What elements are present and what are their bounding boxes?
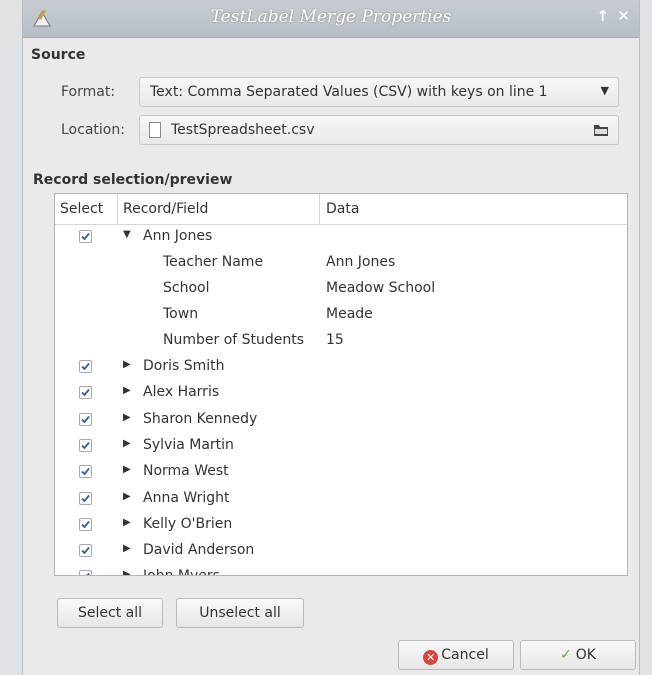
records-heading: Record selection/preview bbox=[33, 172, 233, 188]
expand-arrow-icon[interactable]: ▼ bbox=[123, 229, 131, 240]
column-record-field[interactable]: Record/Field bbox=[123, 201, 208, 217]
location-label: Location: bbox=[61, 122, 125, 138]
check-icon bbox=[81, 389, 90, 397]
record-name: Alex Harris bbox=[143, 384, 220, 401]
title-bar[interactable]: TestLabel Merge Properties ↑ ✕ bbox=[23, 0, 639, 38]
field-data: 15 bbox=[326, 332, 344, 348]
record-checkbox[interactable] bbox=[79, 544, 92, 558]
check-icon bbox=[81, 415, 90, 423]
record-name: John Myers bbox=[143, 568, 220, 575]
record-row[interactable]: ▶ Norma West bbox=[55, 460, 627, 486]
record-name: Doris Smith bbox=[143, 358, 225, 374]
check-icon bbox=[81, 520, 90, 529]
chevron-down-icon: ▼ bbox=[600, 84, 609, 97]
folder-icon[interactable] bbox=[593, 122, 609, 137]
field-name: School bbox=[163, 280, 210, 296]
field-data: Meadow School bbox=[326, 280, 436, 296]
column-select[interactable]: Select bbox=[60, 201, 103, 217]
record-row[interactable]: ▶ Alex Harris bbox=[55, 381, 627, 407]
check-icon bbox=[86, 573, 90, 575]
field-row: Town Meade bbox=[55, 303, 627, 329]
expand-arrow-icon[interactable]: ▶ bbox=[123, 569, 131, 575]
record-row[interactable]: ▶ Sharon Kennedy bbox=[55, 408, 627, 434]
select-all-button[interactable]: Select all bbox=[57, 598, 163, 628]
field-name: Town bbox=[163, 306, 199, 322]
record-name: Ann Jones bbox=[143, 228, 213, 244]
check-icon bbox=[81, 362, 90, 371]
location-field[interactable]: TestSpreadsheet.csv bbox=[139, 115, 619, 145]
unselect-all-button[interactable]: Unselect all bbox=[176, 598, 304, 628]
expand-arrow-icon[interactable]: ▶ bbox=[123, 438, 131, 449]
check-icon bbox=[81, 547, 90, 555]
expand-arrow-icon[interactable]: ▶ bbox=[123, 491, 131, 502]
record-name: Norma West bbox=[143, 463, 229, 480]
record-checkbox[interactable] bbox=[79, 230, 92, 243]
expand-arrow-icon[interactable]: ▶ bbox=[123, 385, 131, 396]
column-separator bbox=[117, 194, 118, 224]
column-data[interactable]: Data bbox=[326, 201, 359, 217]
record-checkbox[interactable] bbox=[79, 491, 92, 505]
tree-header: Select Record/Field Data bbox=[55, 194, 627, 225]
cancel-label: Cancel bbox=[441, 647, 489, 663]
record-row[interactable]: ▶ Doris Smith bbox=[55, 355, 627, 381]
check-icon bbox=[81, 232, 90, 241]
field-row: Number of Students 15 bbox=[55, 329, 627, 355]
close-icon[interactable]: ✕ bbox=[617, 7, 630, 25]
record-tree[interactable]: Select Record/Field Data ▼ Ann Jones Tea… bbox=[54, 193, 628, 576]
record-checkbox[interactable] bbox=[79, 517, 92, 531]
record-name: Sharon Kennedy bbox=[143, 410, 258, 427]
format-select[interactable]: Text: Comma Separated Values (CSV) with … bbox=[139, 77, 619, 107]
expand-arrow-icon[interactable]: ▶ bbox=[123, 464, 131, 475]
expand-arrow-icon[interactable]: ▶ bbox=[123, 412, 131, 423]
file-icon bbox=[149, 122, 161, 138]
record-checkbox[interactable] bbox=[79, 360, 92, 373]
source-heading: Source bbox=[31, 47, 86, 63]
record-name: Kelly O'Brien bbox=[143, 515, 233, 532]
field-row: Teacher Name Ann Jones bbox=[55, 251, 627, 277]
record-row[interactable]: ▶ David Anderson bbox=[55, 539, 627, 565]
maximize-icon[interactable]: ↑ bbox=[596, 7, 609, 25]
record-row[interactable]: ▶ Sylvia Martin bbox=[55, 434, 627, 460]
cancel-button[interactable]: ✕ Cancel bbox=[398, 640, 514, 670]
ok-label: OK bbox=[575, 647, 596, 663]
expand-arrow-icon[interactable]: ▶ bbox=[123, 359, 131, 370]
ok-button[interactable]: ✓ OK bbox=[520, 640, 636, 670]
record-checkbox[interactable] bbox=[79, 386, 92, 400]
record-row[interactable]: ▶ Kelly O'Brien bbox=[55, 513, 627, 539]
check-icon bbox=[81, 441, 90, 450]
checkmark-icon: ✓ bbox=[560, 647, 572, 663]
field-row: School Meadow School bbox=[55, 277, 627, 303]
record-name: David Anderson bbox=[143, 542, 255, 559]
window-title: TestLabel Merge Properties bbox=[210, 7, 452, 27]
expand-arrow-icon[interactable]: ▶ bbox=[123, 543, 131, 554]
cancel-icon: ✕ bbox=[423, 650, 439, 665]
dialog-window: TestLabel Merge Properties ↑ ✕ Source Fo… bbox=[22, 0, 640, 675]
field-data: Meade bbox=[326, 306, 373, 322]
format-value: Text: Comma Separated Values (CSV) with … bbox=[150, 84, 548, 100]
record-checkbox[interactable] bbox=[79, 438, 92, 452]
record-checkbox[interactable] bbox=[79, 465, 92, 479]
expand-arrow-icon[interactable]: ▶ bbox=[123, 517, 131, 528]
record-row[interactable]: ▶ John Myers bbox=[55, 565, 627, 575]
record-checkbox[interactable] bbox=[79, 412, 92, 426]
record-checkbox[interactable] bbox=[79, 570, 92, 575]
record-name: Sylvia Martin bbox=[143, 436, 234, 453]
column-separator bbox=[319, 194, 320, 224]
record-name: Anna Wright bbox=[143, 489, 230, 506]
record-row[interactable]: ▶ Anna Wright bbox=[55, 487, 627, 513]
location-value: TestSpreadsheet.csv bbox=[171, 122, 315, 138]
check-icon bbox=[81, 494, 90, 502]
field-name: Teacher Name bbox=[163, 254, 264, 270]
record-row-ann-jones[interactable]: ▼ Ann Jones bbox=[55, 225, 627, 251]
field-data: Ann Jones bbox=[326, 254, 396, 270]
format-label: Format: bbox=[61, 84, 116, 100]
check-icon bbox=[81, 468, 90, 476]
field-name: Number of Students bbox=[163, 332, 305, 348]
